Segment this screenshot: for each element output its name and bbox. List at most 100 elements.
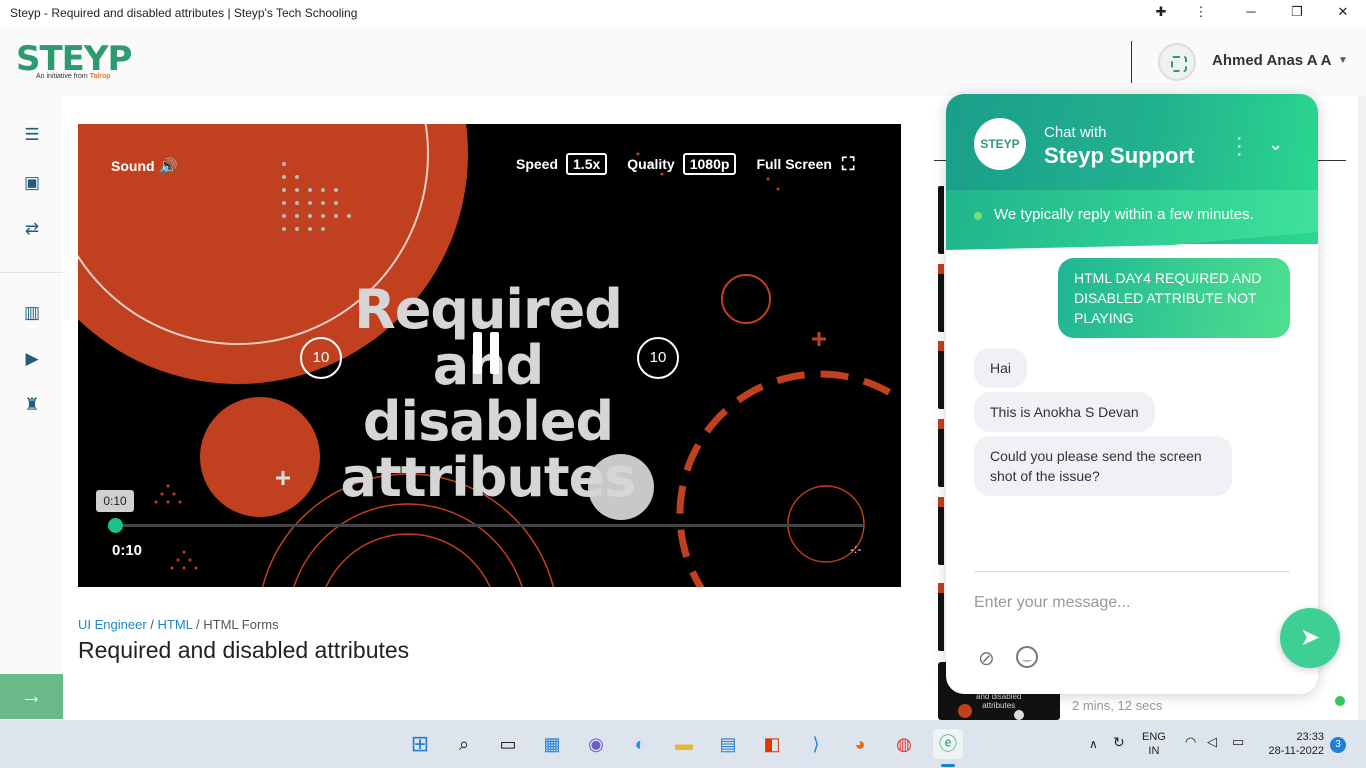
reply-status: We typically reply within a few minutes. [994,206,1254,223]
forward-10-button[interactable]: 10 [637,337,679,379]
chat-with-label: Chat with [1044,124,1107,141]
page-scrollbar[interactable] [1358,96,1366,720]
puzzle-icon[interactable]: ✚ [1146,4,1176,24]
avatar[interactable] [1158,43,1196,81]
chat-logo: STEYP [974,118,1026,170]
incoming-message: Could you please send the screen shot of… [974,436,1232,496]
playlist-thumb[interactable] [938,497,944,565]
minimize-button[interactable]: ─ [1236,4,1266,24]
current-time: 0:10 [112,542,143,559]
speaker-icon: 🔊 [159,158,178,175]
speed-label: Speed [516,156,559,172]
chevron-down-icon[interactable]: ⌄ [1268,134,1283,155]
quality-selector[interactable]: 1080p [682,153,737,175]
store-icon[interactable]: ▤ [713,729,743,759]
video-player[interactable]: Sound 🔊 Speed 1.5x Quality 1080p Full Sc… [78,124,901,587]
sliders-icon[interactable]: ☰ [20,124,44,146]
video-icon[interactable]: ▶ [20,348,44,370]
quality-label: Quality [627,156,675,172]
video-title-line: attributes [340,446,637,509]
volume-icon[interactable]: ◁ [1207,735,1217,749]
incoming-message: This is Anokha S Devan [974,392,1155,432]
playlist-thumb-accent [938,497,944,507]
thumb-title-line: attributes [982,701,1016,710]
playlist-thumb[interactable] [938,264,944,332]
outgoing-message: HTML DAY4 REQUIRED AND DISABLED ATTRIBUT… [1058,258,1290,338]
timeline-handle[interactable] [108,518,123,533]
chat-message-input[interactable]: Enter your message... [974,594,1131,612]
trophy-icon[interactable]: ♜ [20,394,44,416]
task-view-icon[interactable]: ▭ [493,729,523,759]
speed-selector[interactable]: 1.5x [566,153,608,175]
sidebar-divider [0,272,63,273]
breadcrumb-ui-engineer[interactable]: UI Engineer [78,617,147,632]
vscode-icon[interactable]: ⟩ [801,729,831,759]
fullscreen-label[interactable]: Full Screen [756,156,831,172]
breadcrumb-separator: / [146,617,158,632]
route-icon[interactable]: ⇄ [20,218,44,240]
notification-badge[interactable]: 3 [1330,737,1346,753]
playlist-thumb[interactable] [938,419,944,487]
leaderboard-icon[interactable]: ▥ [20,302,44,324]
thumb-decoration [958,704,972,718]
playlist-duration: 2 mins, 12 secs [1072,698,1163,713]
steyp-app-icon[interactable]: ⓔ [933,729,963,759]
calendar-icon[interactable]: ▣ [20,172,44,194]
status-dot [1335,696,1345,706]
user-name[interactable]: Ahmed Anas A A [1212,52,1331,69]
windows-start-icon[interactable]: ⊞ [405,729,435,759]
playlist-thumb[interactable] [938,341,944,409]
search-icon[interactable]: ⌕ [449,729,479,759]
close-button[interactable]: ✕ [1328,4,1358,24]
more-options-icon[interactable]: · · · [1236,128,1243,164]
file-explorer-icon[interactable]: ▬ [669,729,699,759]
video-title-line: Required [354,278,623,341]
fullscreen-icon[interactable]: ⛶ [842,154,855,175]
breadcrumb: UI Engineer / HTML / HTML Forms [78,617,279,632]
edge-icon[interactable]: ◐ [625,729,655,759]
firefox-icon[interactable]: ◕ [845,729,875,759]
attachment-icon[interactable]: ⊘ [978,646,995,671]
lang-code: ENG [1142,731,1166,743]
time-tooltip: 0:10 [96,490,134,512]
taskbar: ⊞ ⌕ ▭ ▦ ◉ ◐ ▬ ▤ ◧ ⟩ ◕ ◍ ⓔ ∧ ↻ ENG IN ◠ ◁… [0,720,1366,768]
logo-sub-brand: Talrop [89,73,111,80]
emoji-icon[interactable]: ‿ [1016,646,1038,668]
playlist-thumb-accent [938,264,944,274]
playlist-thumb-accent [938,419,944,429]
widgets-icon[interactable]: ▦ [537,729,567,759]
chrome-icon[interactable]: ◍ [889,729,919,759]
wifi-icon[interactable]: ◠ [1185,735,1196,749]
window-titlebar: Steyp - Required and disabled attributes… [0,0,1366,27]
pause-button[interactable] [473,332,499,374]
logo-sub-prefix: An initiative from [36,73,90,80]
chevron-up-icon[interactable]: ∧ [1089,737,1098,751]
active-app-indicator [941,764,955,767]
maximize-button[interactable]: ❐ [1282,4,1312,24]
region-code: IN [1148,745,1160,757]
sidebar: ☰ ▣ ⇄ ▥ ▶ ♜ → [0,96,63,720]
chat-app-icon[interactable]: ◉ [581,729,611,759]
page-title: Required and disabled attributes [78,637,410,663]
sound-control[interactable]: Sound 🔊 [111,157,178,176]
video-timeline[interactable] [115,524,863,527]
thumb-decoration [1014,710,1024,720]
clock-time: 23:33 [1296,731,1324,743]
playlist-thumb[interactable] [938,186,944,254]
rewind-10-button[interactable]: 10 [300,337,342,379]
window-title: Steyp - Required and disabled attributes… [10,6,358,20]
app-header: STEYP An initiative from Talrop Ahmed An… [0,27,1366,96]
menu-icon[interactable]: ⋮ [1186,4,1216,24]
arrow-right-icon[interactable]: → [0,674,63,719]
breadcrumb-html[interactable]: HTML [158,617,193,632]
thumb-title: and disabled attributes [976,692,1021,710]
chevron-down-icon[interactable]: ▼ [1338,55,1348,66]
office-icon[interactable]: ◧ [757,729,787,759]
playlist-thumb-accent [938,341,944,351]
playlist-thumb[interactable] [938,583,944,651]
send-button[interactable]: ➤ [1280,608,1340,668]
language-indicator[interactable]: ENG IN [1142,730,1166,758]
clock[interactable]: 23:33 28-11-2022 [1262,730,1324,758]
sync-icon[interactable]: ↻ [1113,735,1125,749]
battery-icon[interactable]: ▭ [1232,735,1244,749]
